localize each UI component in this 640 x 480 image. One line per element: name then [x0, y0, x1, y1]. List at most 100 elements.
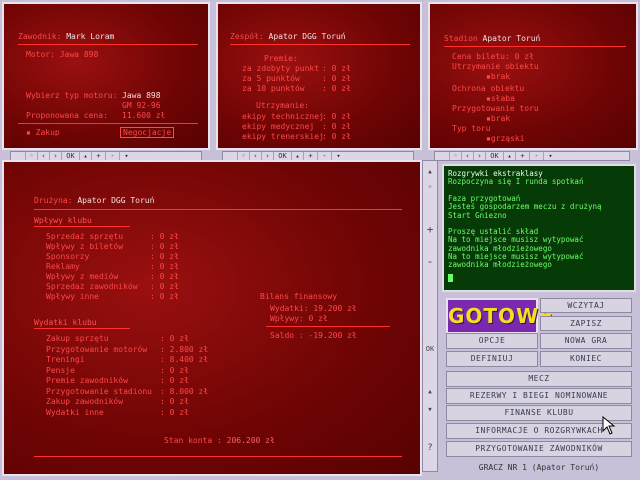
expense-value: : 0 zł	[160, 365, 189, 375]
nowa-gra-button[interactable]: NOWA GRA	[540, 333, 632, 349]
balance-expenses-value: 19.200 zł	[313, 304, 357, 313]
upkeep-label: ekipy technicznej	[242, 112, 324, 121]
arrow-right-icon[interactable]: ›	[473, 152, 485, 160]
divider	[34, 456, 402, 457]
engine-value: Jawa 898	[59, 50, 99, 59]
plus-button[interactable]: +	[91, 152, 105, 160]
expense-value: : 8.400 zł	[160, 355, 209, 364]
protection-value[interactable]: ▪słaba	[486, 94, 515, 103]
expense-value: : 0 zł	[160, 376, 189, 385]
balance-income-label: Wpływy:	[270, 314, 304, 323]
toggle-icon[interactable]: ◦	[237, 152, 249, 160]
upkeep-value: : 0 zł	[322, 122, 351, 131]
prize-value: : 0 zł	[322, 74, 351, 83]
scroll-up-icon[interactable]: ▴	[423, 167, 437, 177]
engine-option-2[interactable]: GM 92-96	[122, 101, 161, 110]
ok-button[interactable]: OK	[273, 152, 291, 160]
track-prep-value[interactable]: ▪brak	[486, 114, 510, 123]
expense-label: Pensje	[46, 365, 75, 375]
minus-button[interactable]: -	[317, 152, 331, 160]
track-type-value[interactable]: ▪grząski	[486, 134, 525, 143]
stadium-name: Apator Toruń	[482, 34, 541, 43]
koniec-button[interactable]: KONIEC	[540, 351, 632, 367]
income-label: Wpływy z mediów	[46, 272, 119, 281]
plus-button[interactable]: +	[515, 152, 529, 160]
arrow-up-icon[interactable]: ▴	[423, 387, 437, 397]
rezerwy-button[interactable]: REZERWY I BIEGI NOMINOWANE	[446, 388, 632, 404]
upkeep-object-value[interactable]: ▪brak	[486, 72, 510, 81]
protection-label: Ochrona obiektu	[452, 84, 525, 93]
upkeep-label: Utrzymanie:	[256, 101, 309, 110]
plus-button[interactable]: +	[303, 152, 317, 160]
divider	[444, 46, 626, 47]
arrow-left-icon[interactable]: ‹	[37, 152, 49, 160]
divider	[34, 328, 130, 329]
down-icon[interactable]: ▾	[119, 152, 133, 160]
arrow-left-icon[interactable]: ‹	[461, 152, 473, 160]
buy-button[interactable]: ▪ Zakup	[26, 128, 60, 137]
plus-button[interactable]: +	[423, 223, 437, 236]
ticket-value[interactable]: 0 zł	[515, 52, 534, 61]
income-label: Reklamy	[46, 262, 80, 271]
mecz-button[interactable]: MECZ	[446, 371, 632, 387]
up-icon[interactable]: ▴	[291, 152, 303, 160]
balance-income-value: 0 zł	[308, 314, 328, 323]
toggle-icon[interactable]: ◦	[25, 152, 37, 160]
arrow-right-icon[interactable]: ›	[49, 152, 61, 160]
player-panel: Zawodnik: Mark Loram Motor: Jawa 898 Wyb…	[2, 2, 210, 150]
toggle-icon[interactable]: ◦	[423, 183, 437, 193]
income-label: Sprzedaż sprzętu	[46, 232, 124, 241]
expense-label: Zakup sprzętu	[46, 334, 109, 343]
minus-button[interactable]: -	[105, 152, 119, 160]
team-panel: Zespół: Apator DGG Toruń Premie: za zdob…	[216, 2, 422, 150]
price-value: 11.600 zł	[122, 111, 166, 120]
help-icon[interactable]: ?	[423, 443, 437, 453]
toggle-icon[interactable]: ◦	[449, 152, 461, 160]
divider	[18, 44, 198, 45]
income-value: : 0 zł	[150, 252, 179, 261]
income-value: : 0 zł	[150, 232, 179, 241]
wczytaj-button[interactable]: WCZYTAJ	[540, 298, 632, 313]
opcje-button[interactable]: OPCJE	[446, 333, 538, 349]
arrow-down-icon[interactable]: ▾	[423, 405, 437, 415]
expense-value: : 0 zł	[160, 334, 189, 343]
prize-label: za 5 punktów	[242, 74, 300, 83]
ok-button[interactable]: OK	[61, 152, 79, 160]
down-icon[interactable]: ▾	[543, 152, 557, 160]
expense-label: Premie zawodników	[46, 376, 128, 385]
negotiate-button[interactable]: Negocjacje	[120, 127, 175, 138]
up-icon[interactable]: ▴	[503, 152, 515, 160]
income-value: : 0 zł	[150, 262, 179, 271]
arrow-left-icon[interactable]: ‹	[249, 152, 261, 160]
expense-label: Przygotowanie motorów	[46, 344, 148, 354]
income-value: : 0 zł	[150, 242, 179, 251]
ok-button[interactable]: OK	[485, 152, 503, 160]
income-value: : 0 zł	[150, 282, 179, 291]
up-icon[interactable]: ▴	[79, 152, 91, 160]
divider	[18, 123, 198, 124]
income-value: : 0 zł	[150, 292, 179, 301]
income-label: Sponsorzy	[46, 252, 90, 261]
finance-team-label: Drużyna:	[34, 196, 73, 205]
minus-button[interactable]: -	[423, 255, 437, 268]
zapisz-button[interactable]: ZAPISZ	[540, 316, 632, 331]
minus-button[interactable]: -	[529, 152, 543, 160]
balance-saldo-label: Saldo :	[270, 331, 304, 340]
income-label: Wpływy z biletów	[46, 242, 124, 251]
upkeep-label: ekipy trenerskiej	[242, 132, 324, 141]
expense-value: : 2.800 zł	[160, 344, 209, 354]
down-icon[interactable]: ▾	[331, 152, 345, 160]
arrow-right-icon[interactable]: ›	[261, 152, 273, 160]
account-value: 206.200 zł	[226, 436, 275, 445]
track-type-label: Typ toru	[452, 124, 491, 133]
definiuj-button[interactable]: DEFINIUJ	[446, 351, 538, 367]
income-label: Wpływy inne	[46, 292, 99, 301]
expense-value: : 0 zł	[160, 407, 189, 417]
engine-option-1[interactable]: Jawa 898	[122, 91, 161, 100]
ok-button[interactable]: OK	[423, 345, 437, 353]
przygotowanie-button[interactable]: PRZYGOTOWANIE ZAWODNIKÓW	[446, 441, 632, 457]
gotowe-button[interactable]: GOTOWE	[446, 298, 553, 334]
mouse-cursor-icon	[602, 416, 616, 435]
expense-label: Zakup zawodników	[46, 397, 124, 406]
player-name-label: Zawodnik:	[18, 32, 62, 41]
